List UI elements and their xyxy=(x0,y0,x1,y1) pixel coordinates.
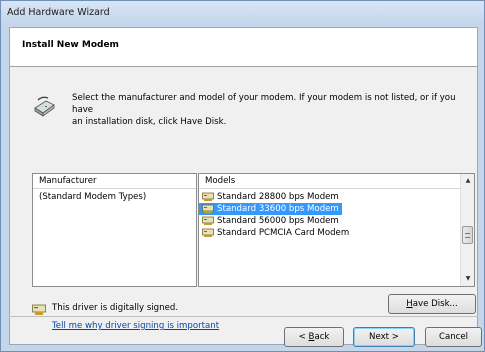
models-list[interactable]: Models Standard 28800 bps Modem Standard… xyxy=(198,173,475,287)
back-button[interactable]: < Back xyxy=(284,327,344,347)
wizard-header: Install New Modem xyxy=(10,28,477,67)
modem-icon xyxy=(202,216,214,225)
title-bar[interactable]: Add Hardware Wizard xyxy=(1,1,484,25)
window-title: Add Hardware Wizard xyxy=(7,7,110,18)
intro-line-1: Select the manufacturer and model of you… xyxy=(72,93,456,115)
model-item[interactable]: Standard PCMCIA Card Modem xyxy=(199,227,474,239)
driver-signing-link[interactable]: Tell me why driver signing is important xyxy=(52,321,219,331)
model-item-selected[interactable]: Standard 33600 bps Modem xyxy=(199,203,342,215)
page-title: Install New Modem xyxy=(22,40,119,50)
model-item[interactable]: Standard 56000 bps Modem xyxy=(199,215,474,227)
have-disk-button[interactable]: Have Disk... xyxy=(388,294,476,314)
intro-text: Select the manufacturer and model of you… xyxy=(72,92,472,128)
model-item[interactable]: Standard 28800 bps Modem xyxy=(199,191,474,203)
button-separator xyxy=(9,316,478,317)
scrollbar-thumb[interactable] xyxy=(462,226,473,244)
cancel-button[interactable]: Cancel xyxy=(425,327,482,347)
models-items: Standard 28800 bps Modem Standard 33600 … xyxy=(199,189,474,239)
manufacturer-header: Manufacturer xyxy=(33,174,196,189)
signed-driver-icon xyxy=(32,304,46,315)
modem-icon xyxy=(34,96,55,117)
manufacturer-items: (Standard Modem Types) xyxy=(33,189,196,203)
wizard-window: Add Hardware Wizard Install New Modem Se… xyxy=(0,0,485,352)
scroll-up-arrow-icon[interactable]: ▲ xyxy=(463,176,473,186)
wizard-client-area: Install New Modem Select the manufacture… xyxy=(9,27,478,345)
manufacturer-list[interactable]: Manufacturer (Standard Modem Types) xyxy=(32,173,197,287)
models-header: Models xyxy=(199,174,474,189)
modem-icon xyxy=(202,204,214,213)
driver-signed-text: This driver is digitally signed. xyxy=(52,303,179,313)
modem-icon xyxy=(202,192,214,201)
intro-line-2: an installation disk, click Have Disk. xyxy=(72,117,227,127)
manufacturer-item[interactable]: (Standard Modem Types) xyxy=(33,191,196,203)
grip-icon xyxy=(465,233,470,238)
modem-icon xyxy=(202,228,214,237)
next-button[interactable]: Next > xyxy=(353,327,415,347)
scroll-down-arrow-icon[interactable]: ▼ xyxy=(463,274,473,284)
models-scrollbar[interactable]: ▲ ▼ xyxy=(460,174,474,286)
